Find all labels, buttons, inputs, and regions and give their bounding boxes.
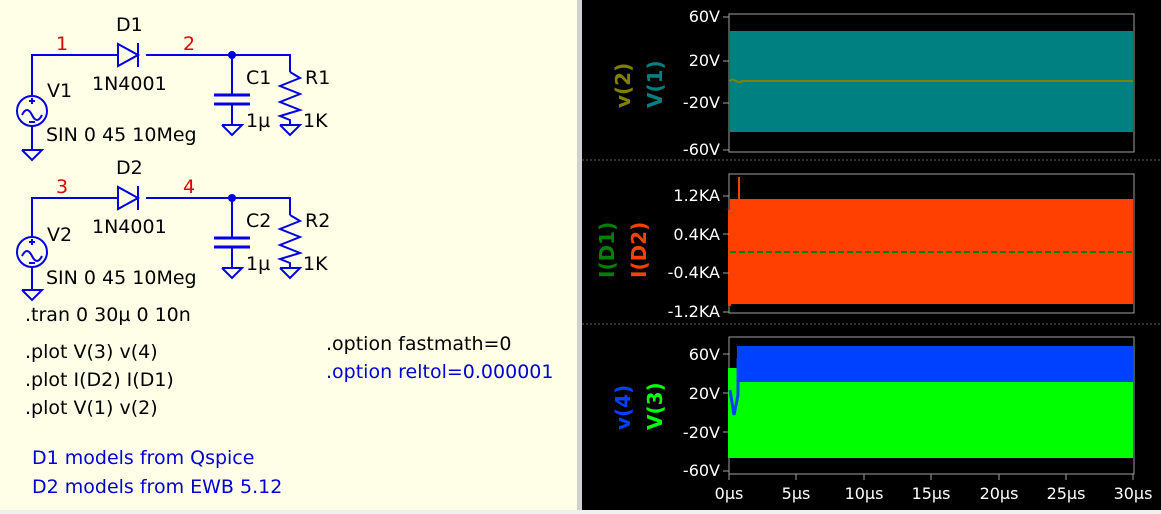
capacitor-c1[interactable] (214, 93, 250, 125)
y-tick-label: -20V (683, 93, 720, 112)
x-tick-label: 15µs (912, 484, 951, 503)
trace-label-v4[interactable]: v(4) (611, 385, 635, 430)
voltage-source-v2[interactable] (16, 236, 48, 268)
y-tick-label: 60V (689, 345, 720, 364)
diode-d2[interactable] (117, 185, 141, 211)
ground-icon (279, 124, 303, 137)
x-tick-label: 10µs (845, 484, 884, 503)
spice-directive[interactable]: .plot V(1) v(2) (25, 397, 158, 419)
node-label: 3 (56, 176, 68, 198)
y-tick-label: 0.4KA (673, 225, 720, 244)
y-tick-label: 20V (689, 51, 720, 70)
spice-directive[interactable]: .tran 0 30µ 0 10n (25, 304, 191, 326)
diode-ref-label[interactable]: D2 (116, 157, 143, 179)
trace-label-i-d2[interactable]: I(D2) (627, 222, 651, 278)
y-tick-label: -0.4KA (668, 263, 720, 282)
node-label: 2 (183, 33, 195, 55)
resistor-value-label[interactable]: 1K (303, 253, 328, 275)
ground-icon (221, 267, 245, 280)
waveform-canvas[interactable]: 60V 20V -20V -60V v(2) V(1) 1.2KA 0.4KA … (582, 0, 1161, 510)
capacitor-c2[interactable] (214, 236, 250, 268)
trace-v4[interactable] (737, 346, 1133, 382)
y-tick-label: 1.2KA (673, 186, 720, 205)
resistor-value-label[interactable]: 1K (303, 110, 328, 132)
trace-v3[interactable] (728, 382, 1133, 458)
trace-label-i-d1[interactable]: I(D1) (595, 222, 619, 278)
source-value-label[interactable]: SIN 0 45 10Meg (46, 124, 197, 146)
trace-label-v3[interactable]: V(3) (643, 382, 667, 430)
capacitor-value-label[interactable]: 1µ (246, 253, 270, 275)
waveform-viewer[interactable]: 60V 20V -20V -60V v(2) V(1) 1.2KA 0.4KA … (582, 0, 1161, 510)
plot-pane-3[interactable]: 60V 20V -20V -60V v(4) V(3) 0µs 5µs 10µs… (611, 336, 1153, 503)
capacitor-ref-label[interactable]: C1 (246, 67, 271, 89)
ground-icon (279, 267, 303, 280)
ground-icon (221, 124, 245, 137)
ground-icon (21, 289, 45, 302)
junction-dot (228, 194, 236, 202)
y-tick-label: -60V (683, 140, 720, 159)
schematic-editor[interactable]: 1 2 3 4 D1 1N4001 V1 SIN 0 45 10Meg C1 1… (0, 0, 578, 510)
plot-pane-2[interactable]: 1.2KA 0.4KA -0.4KA -1.2KA I(D1) I(D2) (595, 173, 1135, 321)
spice-directive[interactable]: .plot V(3) v(4) (25, 341, 158, 363)
capacitor-value-label[interactable]: 1µ (246, 110, 270, 132)
x-tick-label: 5µs (782, 484, 811, 503)
resistor-r1[interactable] (276, 71, 304, 125)
diode-model-label[interactable]: 1N4001 (92, 73, 167, 95)
diode-d1[interactable] (117, 42, 141, 68)
trace-label-v2[interactable]: v(2) (611, 63, 635, 108)
y-tick-label: -1.2KA (668, 302, 720, 321)
diode-model-label[interactable]: 1N4001 (92, 216, 167, 238)
x-tick-label: 20µs (980, 484, 1019, 503)
spice-directive[interactable]: .plot I(D2) I(D1) (25, 369, 174, 391)
spice-directive[interactable]: .option reltol=0.000001 (326, 361, 553, 383)
resistor-r2[interactable] (276, 214, 304, 268)
voltage-source-v1[interactable] (16, 95, 48, 127)
junction-dot (228, 51, 236, 59)
resistor-ref-label[interactable]: R1 (305, 67, 330, 89)
comment-text[interactable]: D1 models from Qspice (32, 447, 254, 469)
trace-i-d2-startup (728, 210, 731, 306)
plot-pane-1[interactable]: 60V 20V -20V -60V v(2) V(1) (611, 7, 1135, 159)
x-tick-label: 0µs (715, 484, 744, 503)
source-ref-label[interactable]: V1 (47, 80, 72, 102)
source-value-label[interactable]: SIN 0 45 10Meg (46, 267, 197, 289)
ground-icon (21, 149, 45, 162)
schematic-canvas[interactable]: 1 2 3 4 D1 1N4001 V1 SIN 0 45 10Meg C1 1… (0, 0, 577, 510)
y-tick-label: -20V (683, 423, 720, 442)
trace-label-v1[interactable]: V(1) (643, 60, 667, 108)
diode-ref-label[interactable]: D1 (116, 14, 143, 36)
node-label: 4 (183, 176, 195, 198)
resistor-ref-label[interactable]: R2 (305, 210, 330, 232)
y-tick-label: 60V (689, 7, 720, 26)
spice-directive[interactable]: .option fastmath=0 (326, 333, 512, 355)
source-ref-label[interactable]: V2 (47, 224, 72, 246)
y-tick-label: -60V (683, 461, 720, 480)
comment-text[interactable]: D2 models from EWB 5.12 (32, 476, 282, 498)
y-tick-label: 20V (689, 384, 720, 403)
x-tick-label: 30µs (1114, 484, 1153, 503)
node-label: 1 (56, 33, 68, 55)
capacitor-ref-label[interactable]: C2 (246, 210, 271, 232)
x-tick-label: 25µs (1047, 484, 1086, 503)
